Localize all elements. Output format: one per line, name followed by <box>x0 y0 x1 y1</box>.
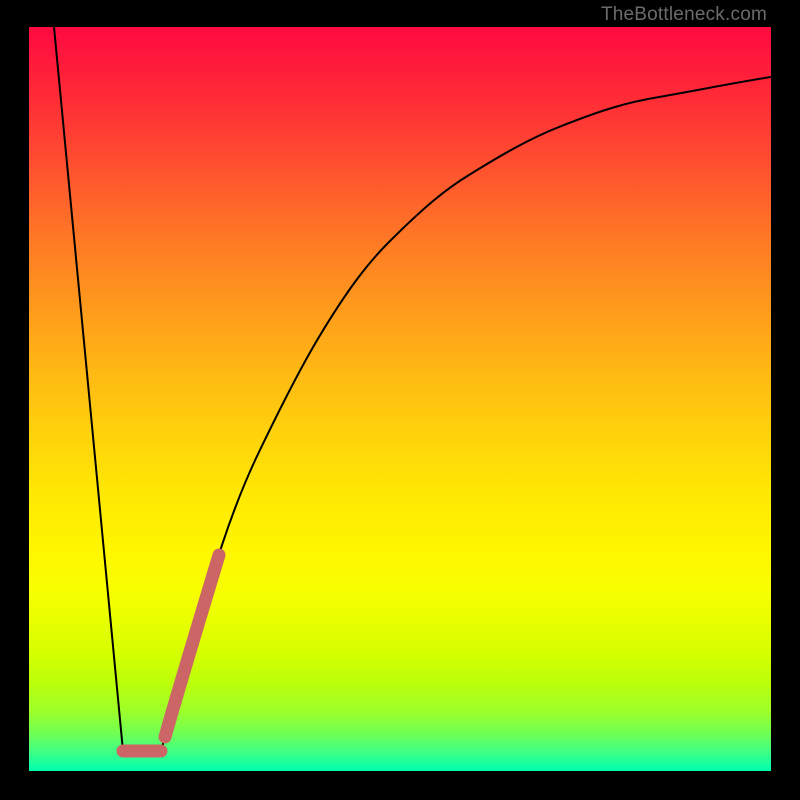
bottleneck-curve <box>54 27 771 751</box>
watermark-text: TheBottleneck.com <box>601 4 767 26</box>
chart-svg <box>29 27 771 771</box>
plot-area <box>29 27 771 771</box>
highlight-segment-rise <box>165 555 219 737</box>
chart-frame: TheBottleneck.com <box>0 0 800 800</box>
